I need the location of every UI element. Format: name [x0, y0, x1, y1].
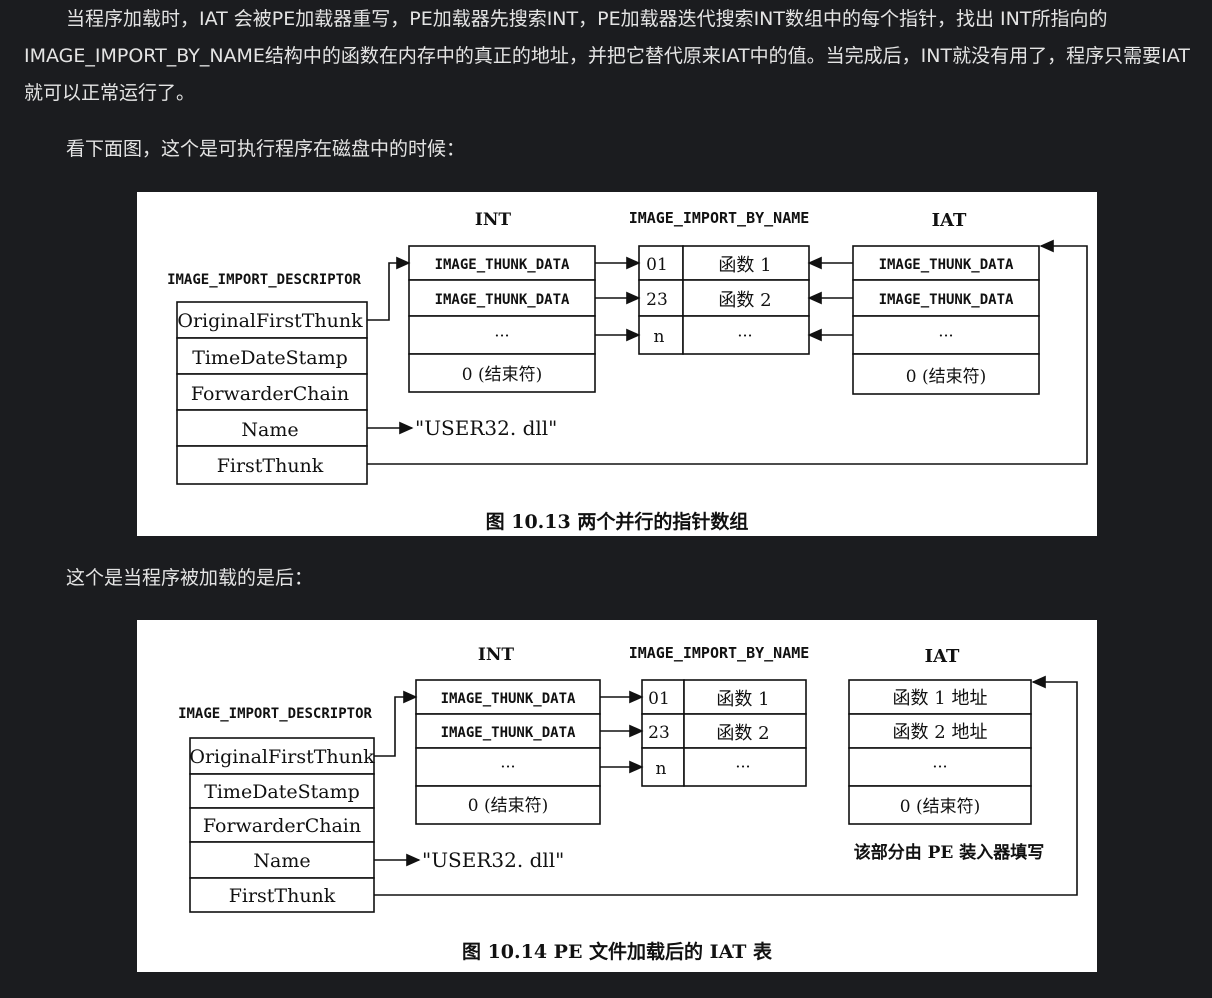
- figure-caption: 图 10.14 PE 文件加载后的 IAT 表: [462, 940, 773, 963]
- figure-10-14: INT IMAGE_IMPORT_BY_NAME IAT IMAGE_IMPOR…: [137, 620, 1097, 972]
- ibn-hint: 01: [646, 255, 668, 275]
- descriptor-field: Name: [253, 850, 310, 872]
- ibn-name: 函数 2: [716, 723, 769, 744]
- int-row: ···: [494, 326, 509, 345]
- int-table: IMAGE_THUNK_DATA IMAGE_THUNK_DATA ··· 0 …: [415, 679, 601, 825]
- ibn-table: 01 23 n 函数 1 函数 2 ···: [638, 245, 810, 355]
- iat-row: ···: [932, 757, 947, 776]
- descriptor-field: TimeDateStamp: [204, 781, 360, 803]
- iat-row: 函数 2 地址: [893, 722, 988, 743]
- paragraph-disk-intro: 看下面图，这个是可执行程序在磁盘中的时候：: [66, 138, 466, 160]
- ibn-title: IMAGE_IMPORT_BY_NAME: [629, 644, 810, 662]
- ibn-hint: 23: [648, 723, 670, 743]
- iat-row: IMAGE_THUNK_DATA: [879, 292, 1014, 308]
- descriptor-table: OriginalFirstThunk TimeDateStamp Forward…: [189, 737, 375, 913]
- descriptor-field: Name: [241, 419, 298, 441]
- ibn-name: 函数 1: [716, 689, 769, 710]
- paragraph-iat-loading: 当程序加载时，IAT 会被PE加载器重写，PE加载器先搜索INT，PE加载器迭代…: [24, 8, 1190, 104]
- original-first-thunk-arrow: [374, 690, 418, 757]
- descriptor-field: FirstThunk: [217, 455, 324, 477]
- int-row: IMAGE_THUNK_DATA: [435, 292, 570, 308]
- int-row: ···: [500, 757, 515, 776]
- ibn-table: 01 23 n 函数 1 函数 2 ···: [641, 679, 807, 787]
- descriptor-field: FirstThunk: [229, 885, 336, 907]
- iat-table: 函数 1 地址 函数 2 地址 ··· 0 (结束符): [848, 679, 1032, 825]
- ibn-hint: 23: [646, 290, 668, 310]
- ibn-name: 函数 1: [718, 255, 771, 276]
- descriptor-field: OriginalFirstThunk: [189, 746, 375, 768]
- int-row: 0 (结束符): [468, 796, 548, 816]
- original-first-thunk-arrow: [367, 256, 411, 321]
- int-table: IMAGE_THUNK_DATA IMAGE_THUNK_DATA ··· 0 …: [408, 245, 596, 393]
- iat-row: 0 (结束符): [900, 797, 980, 817]
- ibn-name: ···: [735, 757, 750, 776]
- iat-title: IAT: [925, 646, 960, 667]
- ibn-hint: n: [654, 327, 665, 347]
- descriptor-title: IMAGE_IMPORT_DESCRIPTOR: [167, 272, 361, 288]
- ibn-name: ···: [737, 326, 752, 345]
- int-row: IMAGE_THUNK_DATA: [441, 691, 576, 707]
- int-title: INT: [475, 210, 511, 230]
- paragraph-loaded-intro: 这个是当程序被加载的是后：: [66, 567, 314, 589]
- iat-table: IMAGE_THUNK_DATA IMAGE_THUNK_DATA ··· 0 …: [852, 245, 1040, 395]
- figure-caption: 图 10.13 两个并行的指针数组: [486, 510, 749, 533]
- descriptor-field: ForwarderChain: [203, 815, 361, 837]
- descriptor-field: TimeDateStamp: [192, 347, 348, 369]
- descriptor-title: IMAGE_IMPORT_DESCRIPTOR: [178, 706, 372, 722]
- dll-name: "USER32. dll": [422, 848, 564, 872]
- ibn-hint: n: [656, 759, 667, 779]
- descriptor-table: OriginalFirstThunk TimeDateStamp Forward…: [176, 301, 368, 485]
- ibn-name: 函数 2: [718, 290, 771, 311]
- iat-row: 0 (结束符): [906, 367, 986, 387]
- descriptor-field: ForwarderChain: [191, 383, 349, 405]
- int-row: IMAGE_THUNK_DATA: [435, 257, 570, 273]
- dll-name: "USER32. dll": [415, 416, 557, 440]
- int-title: INT: [478, 645, 514, 665]
- iat-row: IMAGE_THUNK_DATA: [879, 257, 1014, 273]
- descriptor-field: OriginalFirstThunk: [177, 310, 363, 332]
- iat-row: ···: [938, 326, 953, 345]
- figure-10-13: INT IMAGE_IMPORT_BY_NAME IAT IMAGE_IMPOR…: [137, 192, 1097, 536]
- iat-note: 该部分由 PE 装入器填写: [854, 842, 1045, 863]
- ibn-hint: 01: [648, 689, 670, 709]
- ibn-title: IMAGE_IMPORT_BY_NAME: [629, 209, 810, 227]
- iat-title: IAT: [932, 210, 967, 231]
- int-row: 0 (结束符): [462, 365, 542, 385]
- int-row: IMAGE_THUNK_DATA: [441, 725, 576, 741]
- iat-row: 函数 1 地址: [893, 688, 988, 709]
